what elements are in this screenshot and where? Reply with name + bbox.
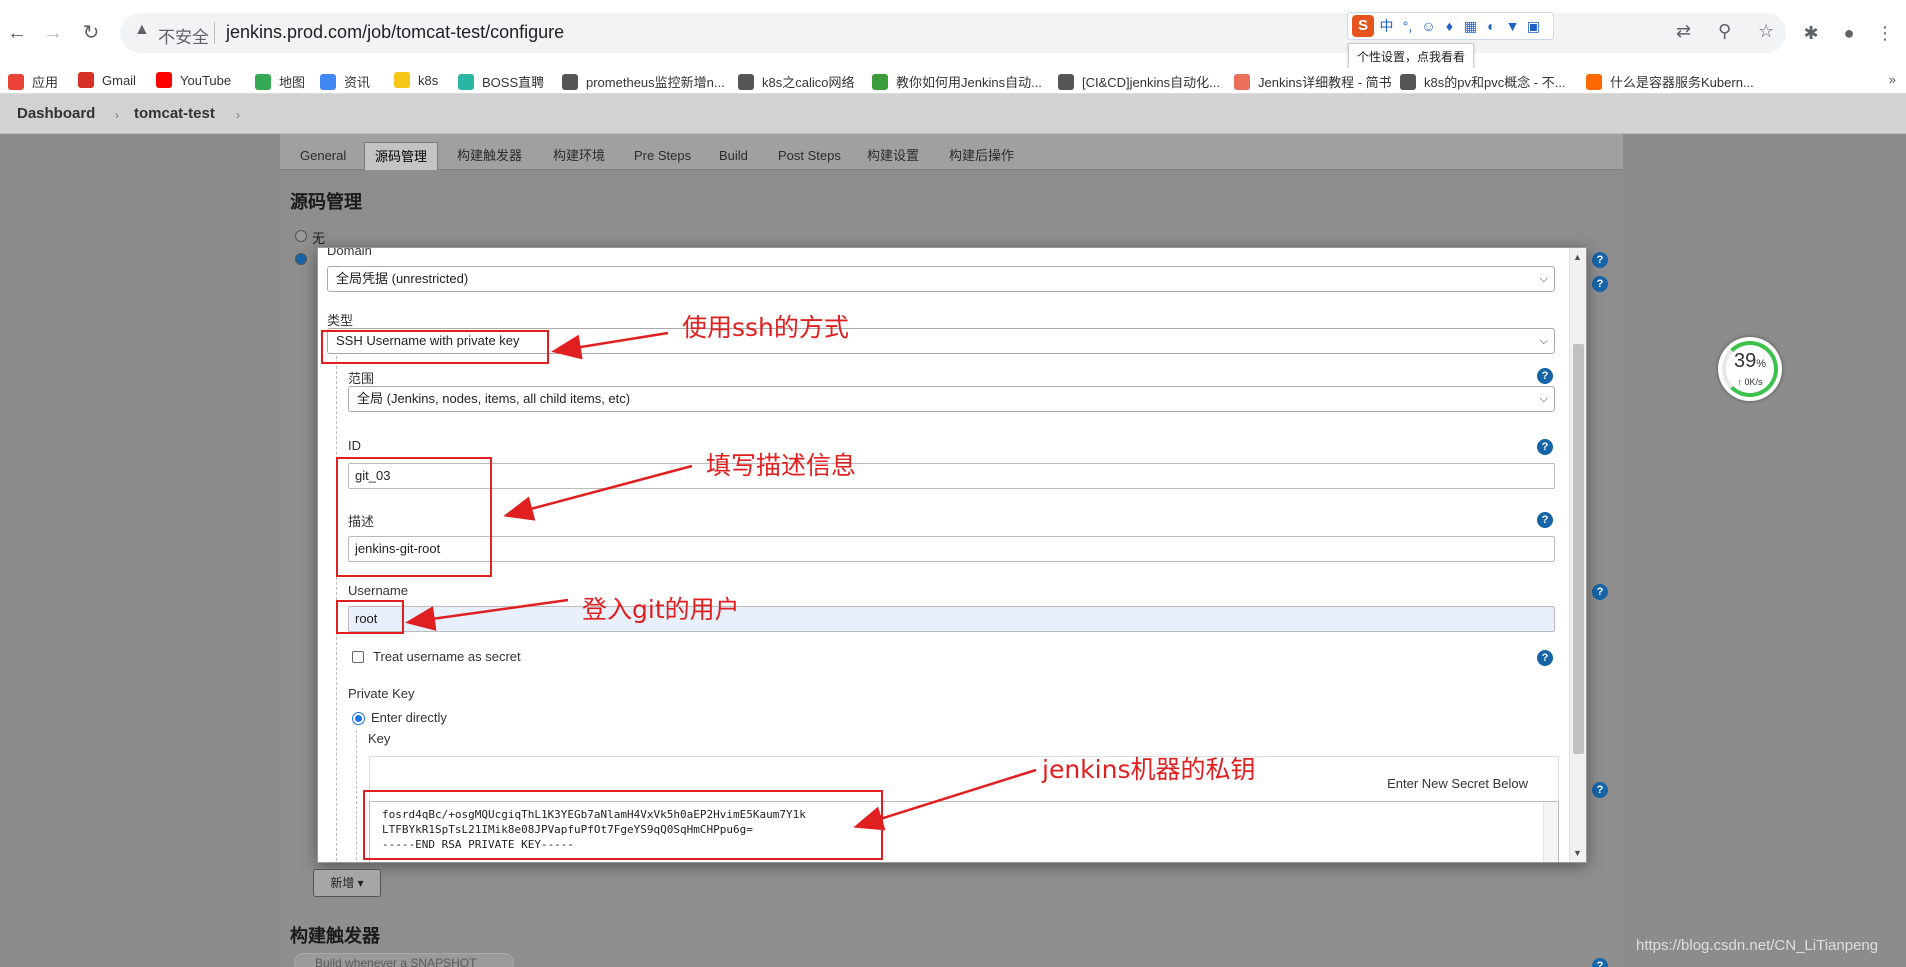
speed-percent-unit: % [1756, 358, 1767, 370]
speed-percent: 39% [1718, 350, 1782, 373]
arrow-line [405, 598, 569, 631]
speed-rate-value: 0K/s [1744, 377, 1763, 387]
network-speed-widget[interactable]: 39% ↑ 0K/s [1718, 337, 1782, 401]
trigger-tooltip: Build whenever a SNAPSHOT dependency is … [294, 953, 514, 967]
arrow-line [551, 331, 669, 360]
speed-percent-value: 39 [1733, 350, 1757, 372]
add-button[interactable]: 新增 ▾ [313, 869, 381, 897]
annotation-arrows [405, 331, 1037, 831]
watermark: https://blog.csdn.net/CN_LiTianpeng [1636, 937, 1879, 954]
arrow-line [503, 464, 693, 521]
annotation-user: 登入git的用户 [582, 595, 740, 624]
annotation-desc: 填写描述信息 [706, 451, 857, 480]
add-button-label: 新增 [330, 876, 355, 890]
section-title-triggers: 构建触发器 [290, 926, 380, 946]
annotation-ssh: 使用ssh的方式 [682, 313, 849, 342]
annotation-key: jenkins机器的私钥 [1042, 755, 1256, 784]
speed-rate: ↑ 0K/s [1737, 377, 1763, 387]
arrow-line [853, 768, 1037, 831]
